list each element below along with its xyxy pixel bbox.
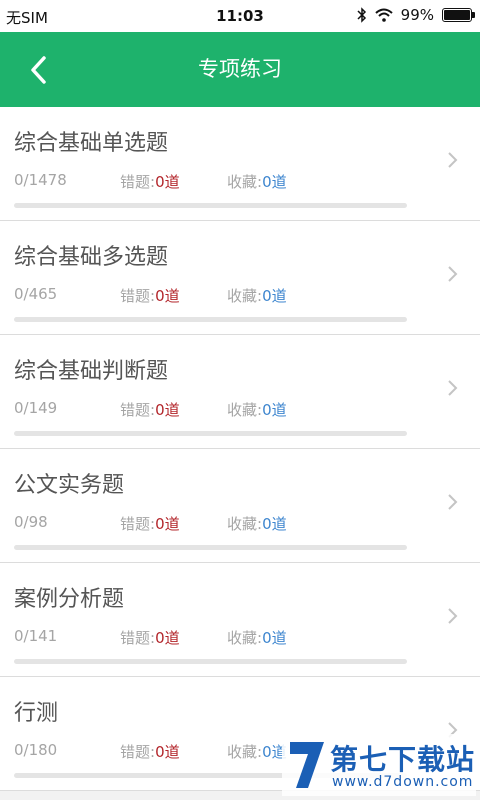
- wrong-label: 错题:: [120, 173, 156, 191]
- wrong-value: 0道: [155, 743, 180, 761]
- fav-label: 收藏:: [227, 515, 263, 533]
- practice-item[interactable]: 公文实务题 0/98 错题:0道 收藏:0道: [0, 449, 480, 563]
- progress-bar: [14, 431, 407, 436]
- wrong-label: 错题:: [120, 629, 156, 647]
- progress-bar: [14, 545, 407, 550]
- battery-percent: 99%: [400, 6, 434, 24]
- app-header: 专项练习: [0, 32, 480, 107]
- wrong-count: 错题:0道: [120, 171, 180, 192]
- item-title: 案例分析题: [14, 587, 125, 612]
- wrong-label: 错题:: [120, 401, 156, 419]
- wrong-count: 错题:0道: [120, 627, 180, 648]
- item-title: 公文实务题: [14, 473, 125, 498]
- practice-item[interactable]: 案例分析题 0/141 错题:0道 收藏:0道: [0, 563, 480, 677]
- watermark-name: 第七下载站: [330, 743, 476, 776]
- battery-fill: [444, 10, 470, 20]
- wrong-value: 0道: [155, 629, 180, 647]
- wrong-value: 0道: [155, 173, 180, 191]
- wrong-label: 错题:: [120, 287, 156, 305]
- wrong-value: 0道: [155, 287, 180, 305]
- site-watermark: 第七下载站 www.d7down.com: [282, 734, 476, 796]
- fav-value: 0道: [262, 173, 287, 191]
- chevron-right-icon: [448, 380, 458, 396]
- item-count: 0/180: [14, 741, 58, 759]
- item-count: 0/98: [14, 513, 48, 531]
- wifi-icon: [374, 8, 393, 22]
- practice-item[interactable]: 综合基础单选题 0/1478 错题:0道 收藏:0道: [0, 107, 480, 221]
- wrong-count: 错题:0道: [120, 513, 180, 534]
- fav-value: 0道: [262, 515, 287, 533]
- wrong-count: 错题:0道: [120, 399, 180, 420]
- practice-item[interactable]: 综合基础多选题 0/465 错题:0道 收藏:0道: [0, 221, 480, 335]
- fav-label: 收藏:: [227, 401, 263, 419]
- fav-count: 收藏:0道: [227, 285, 287, 306]
- chevron-right-icon: [448, 152, 458, 168]
- wrong-value: 0道: [155, 515, 180, 533]
- progress-bar: [14, 317, 407, 322]
- fav-count: 收藏:0道: [227, 171, 287, 192]
- fav-label: 收藏:: [227, 287, 263, 305]
- fav-count: 收藏:0道: [227, 627, 287, 648]
- fav-value: 0道: [262, 629, 287, 647]
- fav-count: 收藏:0道: [227, 513, 287, 534]
- item-count: 0/1478: [14, 171, 67, 189]
- chevron-right-icon: [448, 494, 458, 510]
- wrong-label: 错题:: [120, 515, 156, 533]
- fav-label: 收藏:: [227, 173, 263, 191]
- page-title: 专项练习: [198, 57, 282, 81]
- wrong-label: 错题:: [120, 743, 156, 761]
- bluetooth-icon: [357, 7, 366, 23]
- fav-count: 收藏:0道: [227, 741, 287, 762]
- fav-value: 0道: [262, 401, 287, 419]
- chevron-right-icon: [448, 266, 458, 282]
- status-right: 99%: [357, 6, 475, 24]
- chevron-right-icon: [448, 608, 458, 624]
- fav-label: 收藏:: [227, 743, 263, 761]
- item-count: 0/149: [14, 399, 58, 417]
- progress-bar: [14, 203, 407, 208]
- practice-list: 综合基础单选题 0/1478 错题:0道 收藏:0道 综合基础多选题 0/465 错题:0道…: [0, 107, 480, 791]
- item-title: 行测: [14, 701, 59, 726]
- progress-bar: [14, 659, 407, 664]
- item-title: 综合基础判断题: [14, 359, 169, 384]
- item-count: 0/465: [14, 285, 58, 303]
- battery-icon: [442, 8, 475, 22]
- watermark-logo: [290, 742, 324, 788]
- wrong-count: 错题:0道: [120, 285, 180, 306]
- fav-value: 0道: [262, 287, 287, 305]
- item-count: 0/141: [14, 627, 58, 645]
- practice-item[interactable]: 综合基础判断题 0/149 错题:0道 收藏:0道: [0, 335, 480, 449]
- fav-count: 收藏:0道: [227, 399, 287, 420]
- wrong-value: 0道: [155, 401, 180, 419]
- wrong-count: 错题:0道: [120, 741, 180, 762]
- status-bar: 无SIM 11:03 99%: [0, 0, 480, 32]
- item-title: 综合基础多选题: [14, 245, 169, 270]
- item-title: 综合基础单选题: [14, 131, 169, 156]
- watermark-url: www.d7down.com: [332, 774, 474, 790]
- fav-label: 收藏:: [227, 629, 263, 647]
